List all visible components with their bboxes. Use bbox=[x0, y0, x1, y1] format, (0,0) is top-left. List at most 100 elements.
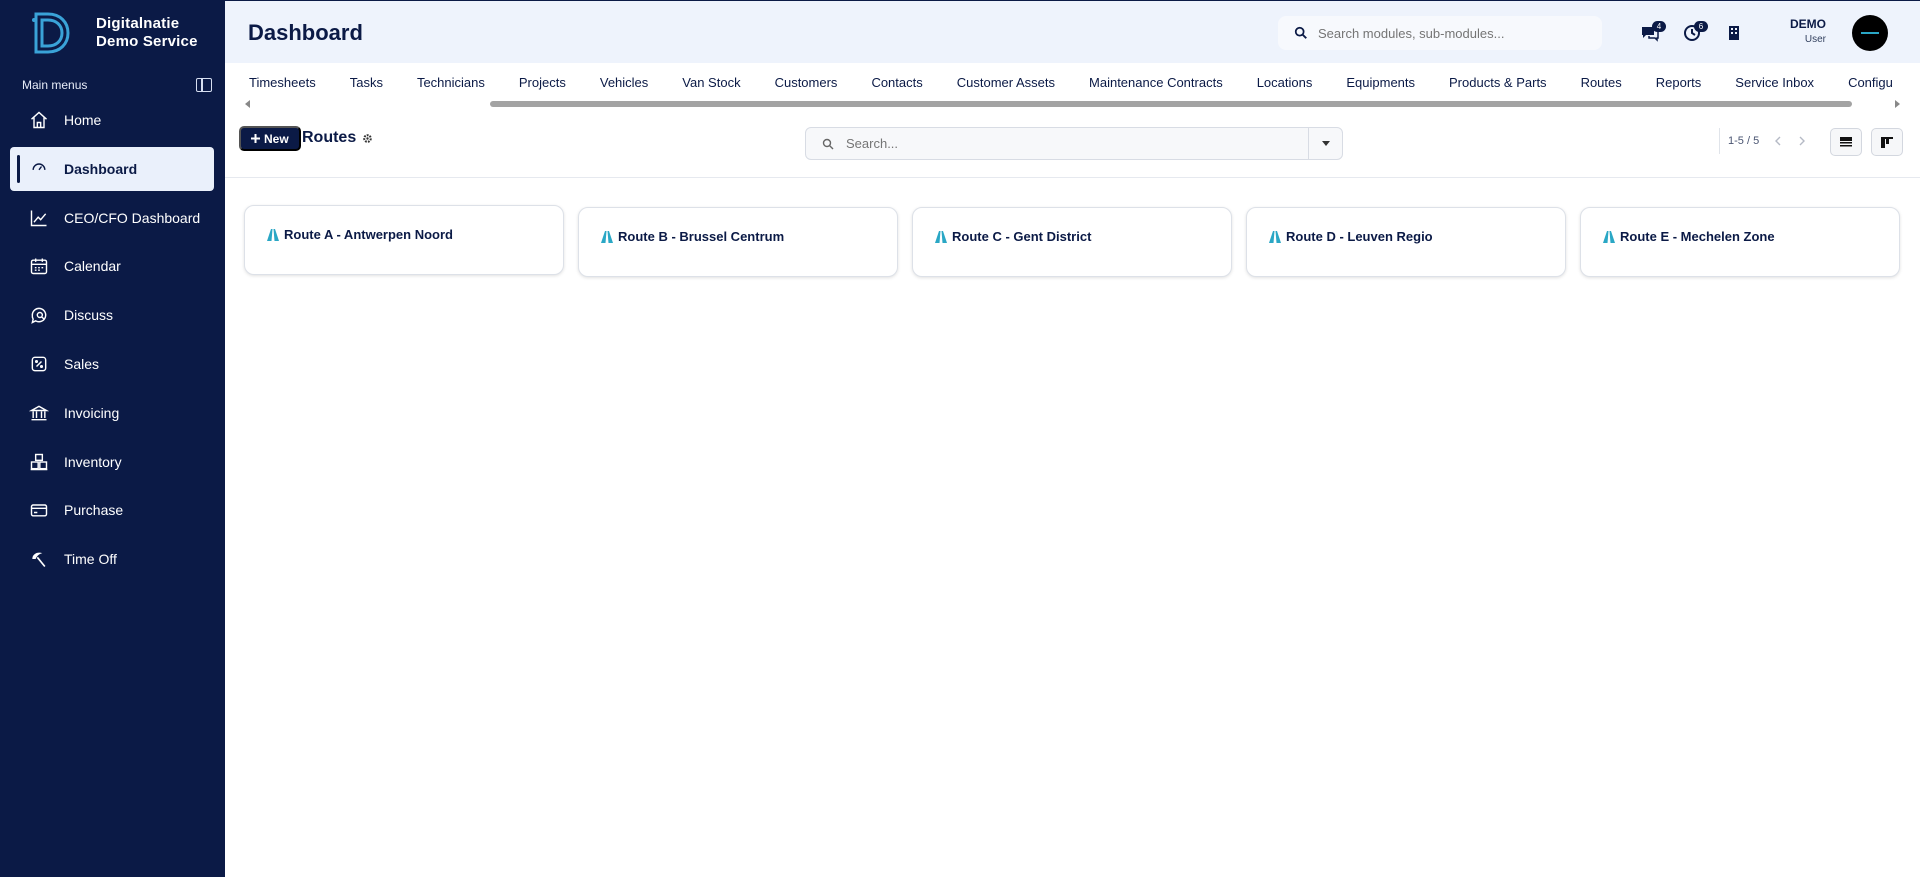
route-card-label: Route B - Brussel Centrum bbox=[618, 229, 785, 244]
search-bar[interactable] bbox=[805, 127, 1343, 160]
sidebar-item-purchase[interactable]: Purchase bbox=[10, 488, 214, 532]
sidebar-item-label: Dashboard bbox=[64, 160, 138, 177]
messages-badge: 4 bbox=[1652, 21, 1666, 32]
page-title: Dashboard bbox=[248, 20, 363, 45]
user-name: DEMO bbox=[1790, 17, 1826, 31]
route-card[interactable]: Route A - Antwerpen Noord bbox=[244, 205, 564, 275]
sidebar-toggle-icon[interactable] bbox=[196, 78, 212, 92]
bank-icon bbox=[28, 402, 50, 424]
user-role: User bbox=[1804, 34, 1826, 45]
avatar[interactable] bbox=[1852, 15, 1888, 51]
sidebar-item-label: Sales bbox=[64, 355, 100, 372]
sidebar-item-ceo-cfo-dashboard[interactable]: CEO/CFO Dashboard bbox=[10, 196, 214, 240]
main-nav: Home Dashboard CEO/CFO Dashboard Calenda… bbox=[10, 98, 214, 586]
brand[interactable]: Digitalnatie Demo Service bbox=[28, 8, 198, 58]
sidebar: Digitalnatie Demo Service Main menus Hom… bbox=[0, 0, 225, 877]
sidebar-item-home[interactable]: Home bbox=[10, 98, 214, 142]
route-card-title: Route C - Gent District bbox=[934, 229, 1091, 244]
chevron-left-icon[interactable] bbox=[1773, 136, 1783, 146]
search-icon bbox=[822, 138, 834, 149]
sidebar-item-invoicing[interactable]: Invoicing bbox=[10, 391, 214, 435]
route-card[interactable]: Route E - Mechelen Zone bbox=[1580, 207, 1900, 277]
list-view-button[interactable] bbox=[1830, 128, 1862, 156]
route-card-label: Route C - Gent District bbox=[952, 229, 1092, 244]
chat-icon bbox=[28, 304, 50, 326]
tab-configu[interactable]: Configu bbox=[1848, 75, 1893, 90]
sidebar-item-label: Discuss bbox=[64, 307, 114, 324]
route-card[interactable]: Route C - Gent District bbox=[912, 207, 1232, 277]
route-card[interactable]: Route B - Brussel Centrum bbox=[578, 207, 898, 277]
module-tabs: Timesheets Tasks Technicians Projects Vehicl… bbox=[225, 63, 1920, 111]
road-icon bbox=[267, 228, 279, 241]
route-card[interactable]: Route D - Leuven Regio bbox=[1246, 207, 1566, 277]
boxes-icon bbox=[28, 451, 50, 473]
tab-vehicles[interactable]: Vehicles bbox=[600, 75, 648, 90]
scrollbar-thumb[interactable] bbox=[490, 101, 1852, 107]
sidebar-item-calendar[interactable]: Calendar bbox=[10, 244, 214, 288]
tab-service-inbox[interactable]: Service Inbox bbox=[1735, 75, 1814, 90]
control-panel: New Routes 1-5 / 5 bbox=[225, 118, 1920, 178]
new-button[interactable]: New bbox=[239, 126, 301, 151]
search-options-toggle[interactable] bbox=[1308, 128, 1342, 159]
brand-logo-icon bbox=[32, 12, 70, 54]
tab-products-parts[interactable]: Products & Parts bbox=[1449, 75, 1547, 90]
brand-name-line1: Digitalnatie bbox=[96, 15, 180, 32]
header-icons: 4 6 bbox=[1635, 18, 1761, 48]
sidebar-item-time-off[interactable]: Time Off bbox=[10, 537, 214, 581]
route-card-label: Route E - Mechelen Zone bbox=[1620, 229, 1775, 244]
home-icon bbox=[28, 109, 50, 131]
messages-button[interactable]: 4 bbox=[1635, 18, 1666, 48]
tab-customer-assets[interactable]: Customer Assets bbox=[957, 75, 1055, 90]
tab-locations[interactable]: Locations bbox=[1257, 75, 1313, 90]
umbrella-icon bbox=[28, 548, 50, 570]
company-button[interactable] bbox=[1719, 18, 1749, 48]
sidebar-item-label: Invoicing bbox=[64, 404, 120, 421]
tab-equipments[interactable]: Equipments bbox=[1346, 75, 1415, 90]
search-icon bbox=[1294, 26, 1307, 39]
tab-customers[interactable]: Customers bbox=[775, 75, 838, 90]
tab-row: Timesheets Tasks Technicians Projects Vehicl… bbox=[249, 75, 1920, 90]
sidebar-item-label: Calendar bbox=[64, 258, 121, 275]
route-card-title: Route D - Leuven Regio bbox=[1268, 229, 1433, 244]
tab-maintenance-contracts[interactable]: Maintenance Contracts bbox=[1089, 75, 1223, 90]
app-root: Digitalnatie Demo Service Main menus Hom… bbox=[0, 0, 1920, 877]
tab-projects[interactable]: Projects bbox=[519, 75, 566, 90]
tab-timesheets[interactable]: Timesheets bbox=[249, 75, 316, 90]
chevron-right-icon[interactable] bbox=[1797, 136, 1807, 146]
sidebar-item-sales[interactable]: Sales bbox=[10, 342, 214, 386]
road-icon bbox=[1269, 230, 1281, 243]
route-card-title: Route A - Antwerpen Noord bbox=[266, 227, 453, 242]
tab-tasks[interactable]: Tasks bbox=[350, 75, 383, 90]
scroll-right-icon[interactable] bbox=[1895, 100, 1900, 108]
route-card-title: Route E - Mechelen Zone bbox=[1602, 229, 1775, 244]
avatar-logo-icon bbox=[1861, 32, 1879, 34]
gear-icon[interactable] bbox=[362, 133, 373, 144]
kanban-view-button[interactable] bbox=[1871, 128, 1903, 156]
tab-scrollbar[interactable] bbox=[225, 100, 1920, 110]
tab-routes[interactable]: Routes bbox=[1581, 75, 1622, 90]
new-button-label: New bbox=[264, 131, 289, 146]
sidebar-item-discuss[interactable]: Discuss bbox=[10, 293, 214, 337]
kanban-view-icon bbox=[1881, 136, 1893, 148]
activities-button[interactable]: 6 bbox=[1677, 18, 1708, 48]
gauge-icon bbox=[28, 158, 50, 180]
main-menus-label: Main menus bbox=[22, 78, 88, 92]
search-input[interactable] bbox=[846, 136, 1306, 151]
sidebar-item-label: Time Off bbox=[64, 551, 117, 568]
global-search[interactable] bbox=[1278, 16, 1602, 50]
tab-van-stock[interactable]: Van Stock bbox=[682, 75, 740, 90]
list-view-icon bbox=[1840, 137, 1852, 147]
tab-reports[interactable]: Reports bbox=[1656, 75, 1702, 90]
road-icon bbox=[1603, 230, 1615, 243]
user-info[interactable]: DEMO User bbox=[1790, 17, 1826, 45]
sidebar-item-inventory[interactable]: Inventory bbox=[10, 440, 214, 484]
activities-badge: 6 bbox=[1694, 21, 1708, 32]
sidebar-item-dashboard[interactable]: Dashboard bbox=[10, 146, 214, 191]
pager-value[interactable]: 1-5 / 5 bbox=[1728, 135, 1759, 147]
scroll-left-icon[interactable] bbox=[245, 100, 250, 108]
road-icon bbox=[935, 230, 947, 243]
global-search-input[interactable] bbox=[1318, 25, 1588, 41]
tab-technicians[interactable]: Technicians bbox=[417, 75, 485, 90]
calendar-icon bbox=[28, 255, 50, 277]
tab-contacts[interactable]: Contacts bbox=[871, 75, 922, 90]
